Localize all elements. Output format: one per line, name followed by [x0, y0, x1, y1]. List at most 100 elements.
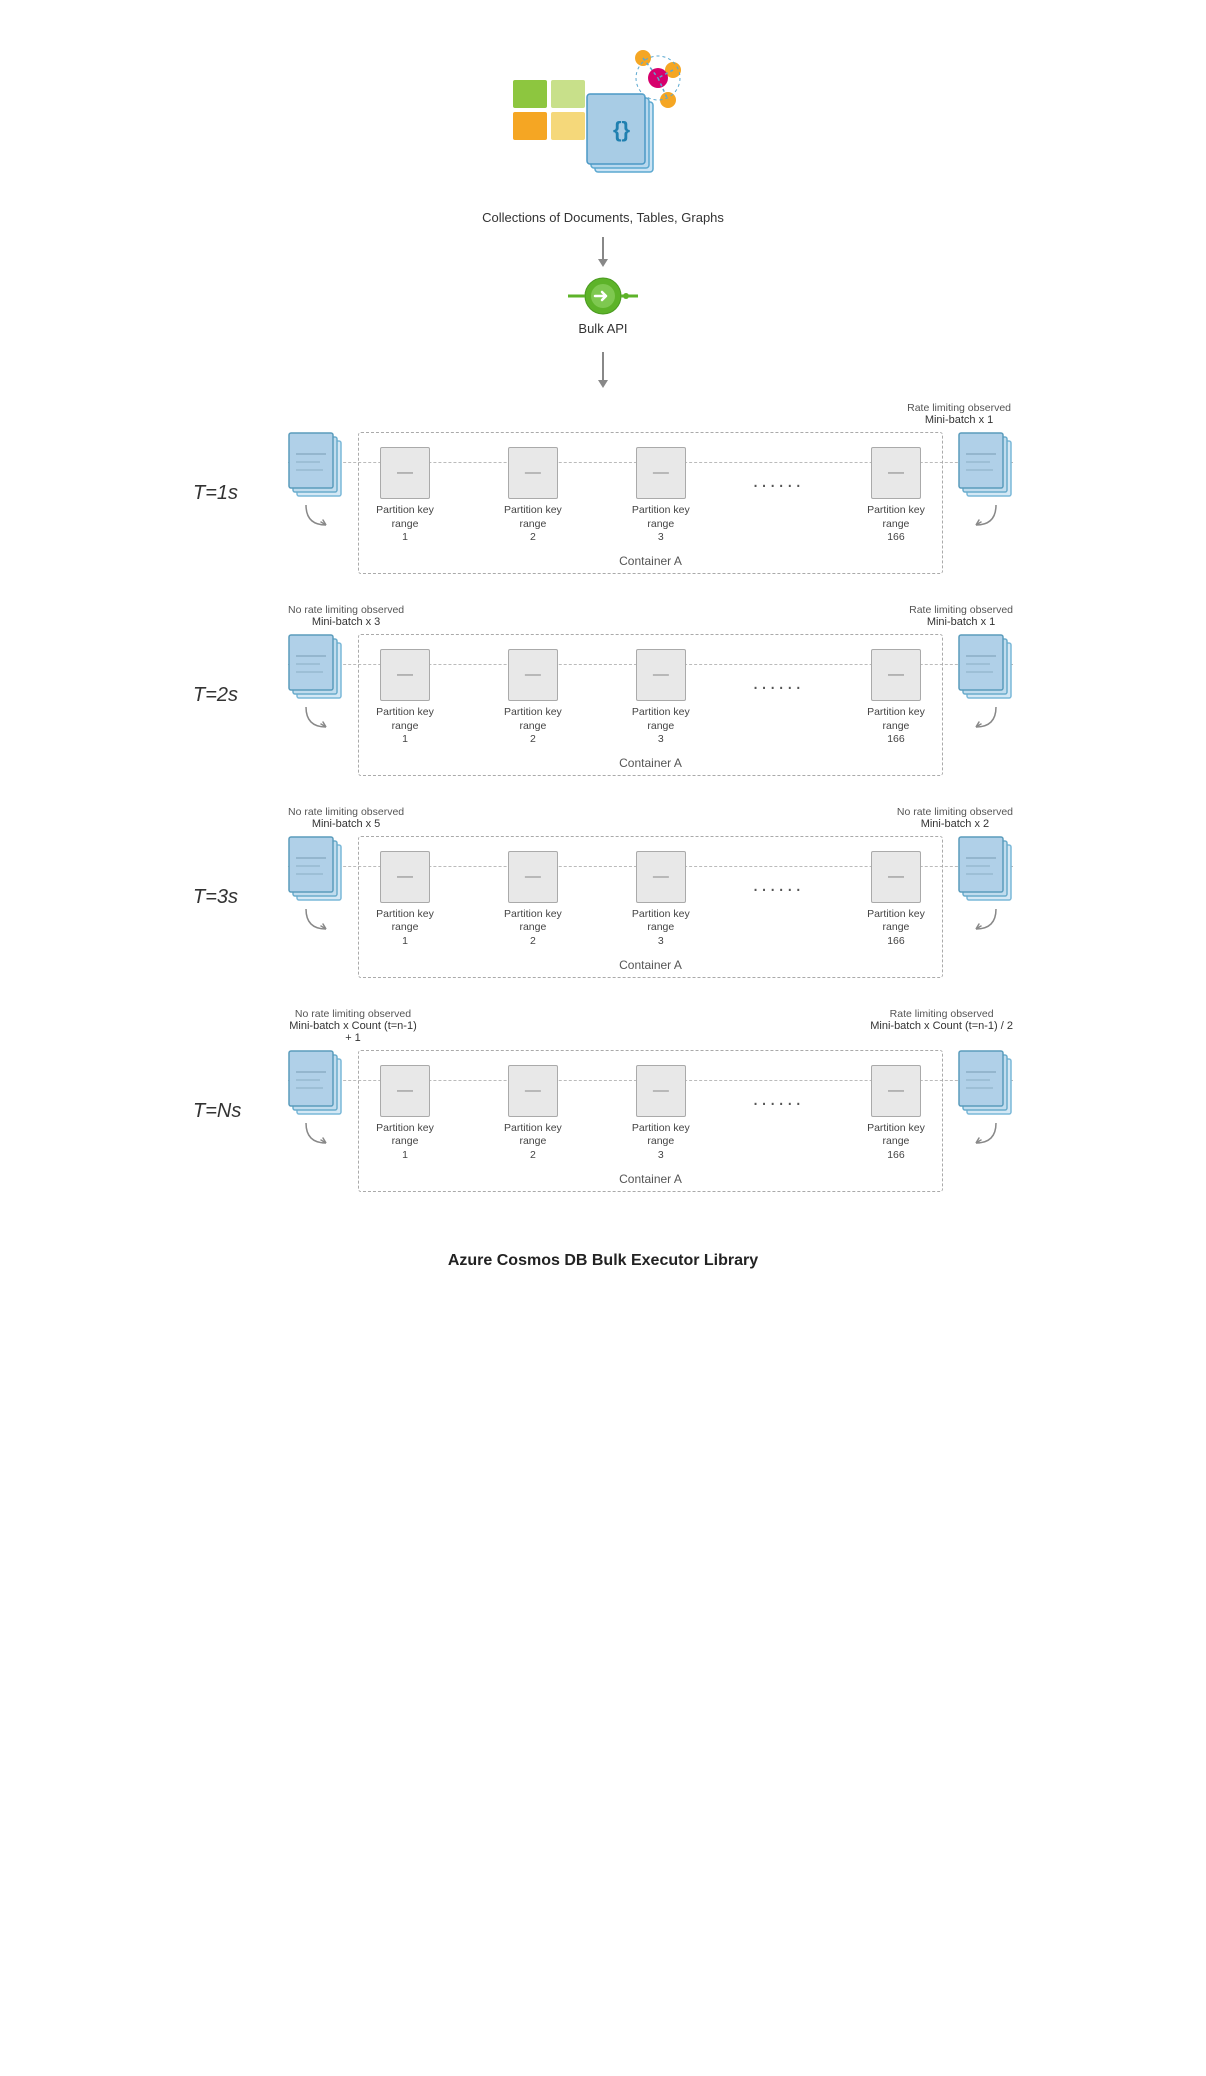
container-label-t2: Container A	[619, 756, 682, 770]
partition-label-t1-2: Partition key range3	[625, 504, 697, 545]
time-label-tN: T=Ns	[193, 1050, 288, 1123]
doc-stack-icon	[288, 634, 343, 702]
partition-tN-1: Partition key range2	[497, 1065, 569, 1163]
partition-label-t2-0: Partition key range1	[369, 706, 441, 747]
container-label-t1: Container A	[619, 554, 682, 568]
top-section: {} Collections of Documents, Tables, Gra…	[482, 40, 724, 392]
time-label-t3: T=3s	[193, 836, 288, 909]
partition-tN-3: Partition key range166	[860, 1065, 932, 1163]
minibatch-left-t3	[288, 836, 343, 934]
partition-t2-0: Partition key range1	[369, 649, 441, 747]
svg-text:{}: {}	[613, 117, 631, 142]
diagram-area-t3: Partition key range1 Partition key range…	[288, 836, 1013, 978]
partition-label-t3-2: Partition key range3	[625, 908, 697, 949]
section-t2: No rate limiting observed Mini-batch x 3…	[193, 604, 1013, 776]
ellipsis-t3: ......	[753, 874, 804, 897]
inner-container-t3: Partition key range1 Partition key range…	[358, 836, 943, 978]
doc-stack-icon	[958, 432, 1013, 500]
partition-icon-tN-0	[380, 1065, 430, 1117]
arrow-to-bulk	[598, 237, 608, 267]
doc-stack-icon	[958, 836, 1013, 904]
arrow-to-sections	[598, 352, 608, 388]
right-annotation-t2: Rate limiting observed Mini-batch x 1	[909, 604, 1013, 628]
arrow-right-t2	[971, 702, 1001, 732]
partition-tN-0: Partition key range1	[369, 1065, 441, 1163]
partition-label-tN-3: Partition key range166	[860, 1122, 932, 1163]
arrow-left-t1	[301, 500, 331, 530]
container-box-t2: Partition key range1 Partition key range…	[358, 634, 943, 776]
minibatch-left-tN	[288, 1050, 343, 1148]
partition-icon-t2-2	[636, 649, 686, 701]
time-row-tN: T=Ns	[193, 1050, 1013, 1192]
container-label-tN: Container A	[619, 1172, 682, 1186]
partition-icon-t1-2	[636, 447, 686, 499]
right-annotation-t3: No rate limiting observed Mini-batch x 2	[897, 806, 1013, 830]
left-annotation-tN: No rate limiting observed Mini-batch x C…	[288, 1008, 418, 1044]
time-row-t1: T=1s	[193, 432, 1013, 574]
partition-icon-tN-2	[636, 1065, 686, 1117]
right-annotation-tN: Rate limiting observed Mini-batch x Coun…	[870, 1008, 1013, 1044]
partition-icon-t1-1	[508, 447, 558, 499]
annotations-row-t3: No rate limiting observed Mini-batch x 5…	[193, 806, 1013, 830]
doc-stack-icon	[288, 1050, 343, 1118]
minibatch-right-t1	[958, 432, 1013, 530]
inner-container-t1: Partition key range1 Partition key range…	[358, 432, 943, 574]
partition-label-t2-3: Partition key range166	[860, 706, 932, 747]
partition-t2-3: Partition key range166	[860, 649, 932, 747]
minibatch-right-t2	[958, 634, 1013, 732]
arrow-right-t1	[971, 500, 1001, 530]
partition-icon-tN-1	[508, 1065, 558, 1117]
partition-icon-t1-0	[380, 447, 430, 499]
right-annotation-t1: Rate limiting observed Mini-batch x 1	[907, 402, 1011, 426]
partition-t1-3: Partition key range166	[860, 447, 932, 545]
partition-t3-0: Partition key range1	[369, 851, 441, 949]
partitions-row-tN: Partition key range1 Partition key range…	[369, 1065, 932, 1163]
doc-stack-icon	[958, 1050, 1013, 1118]
minibatch-left-t2	[288, 634, 343, 732]
partition-icon-t3-3	[871, 851, 921, 903]
arrow-left-t2	[301, 702, 331, 732]
inner-container-tN: Partition key range1 Partition key range…	[358, 1050, 943, 1192]
partition-label-tN-0: Partition key range1	[369, 1122, 441, 1163]
partitions-row-t3: Partition key range1 Partition key range…	[369, 851, 932, 949]
minibatch-left-t1	[288, 432, 343, 530]
section-t1: Rate limiting observed Mini-batch x 1 T=…	[193, 402, 1013, 574]
time-sections-container: Rate limiting observed Mini-batch x 1 T=…	[193, 402, 1013, 1222]
ellipsis-t1: ......	[753, 470, 804, 493]
section-tN: No rate limiting observed Mini-batch x C…	[193, 1008, 1013, 1192]
ellipsis-tN: ......	[753, 1088, 804, 1111]
ellipsis-t2: ......	[753, 672, 804, 695]
annotations-row-t1: Rate limiting observed Mini-batch x 1	[193, 402, 1013, 426]
left-annotation-t2: No rate limiting observed Mini-batch x 3	[288, 604, 404, 628]
doc-stack-icon	[288, 432, 343, 500]
time-label-t1: T=1s	[193, 432, 288, 505]
arrow-left-tN	[301, 1118, 331, 1148]
doc-stack-icon	[958, 634, 1013, 702]
partition-t3-1: Partition key range2	[497, 851, 569, 949]
partition-icon-t3-0	[380, 851, 430, 903]
diagram-area-t2: Partition key range1 Partition key range…	[288, 634, 1013, 776]
partition-label-t3-1: Partition key range2	[497, 908, 569, 949]
top-illustration: {}	[483, 40, 723, 210]
partition-label-t2-2: Partition key range3	[625, 706, 697, 747]
partition-t3-2: Partition key range3	[625, 851, 697, 949]
arrow-right-t3	[971, 904, 1001, 934]
bulk-api-icon	[568, 275, 638, 317]
partition-t1-1: Partition key range2	[497, 447, 569, 545]
partition-label-t1-0: Partition key range1	[369, 504, 441, 545]
container-box-t1: Partition key range1 Partition key range…	[358, 432, 943, 574]
partition-label-t1-1: Partition key range2	[497, 504, 569, 545]
annotations-row-tN: No rate limiting observed Mini-batch x C…	[193, 1008, 1013, 1044]
top-graphic: {}	[483, 40, 723, 210]
diagram-area-tN: Partition key range1 Partition key range…	[288, 1050, 1013, 1192]
footer-title: Azure Cosmos DB Bulk Executor Library	[448, 1252, 758, 1270]
top-caption: Collections of Documents, Tables, Graphs	[482, 210, 724, 225]
section-t3: No rate limiting observed Mini-batch x 5…	[193, 806, 1013, 978]
partition-icon-t2-3	[871, 649, 921, 701]
main-page: {} Collections of Documents, Tables, Gra…	[173, 0, 1033, 1330]
time-label-t2: T=2s	[193, 634, 288, 707]
partition-t2-2: Partition key range3	[625, 649, 697, 747]
arrow-left-t3	[301, 904, 331, 934]
partitions-row-t1: Partition key range1 Partition key range…	[369, 447, 932, 545]
partition-icon-t2-0	[380, 649, 430, 701]
